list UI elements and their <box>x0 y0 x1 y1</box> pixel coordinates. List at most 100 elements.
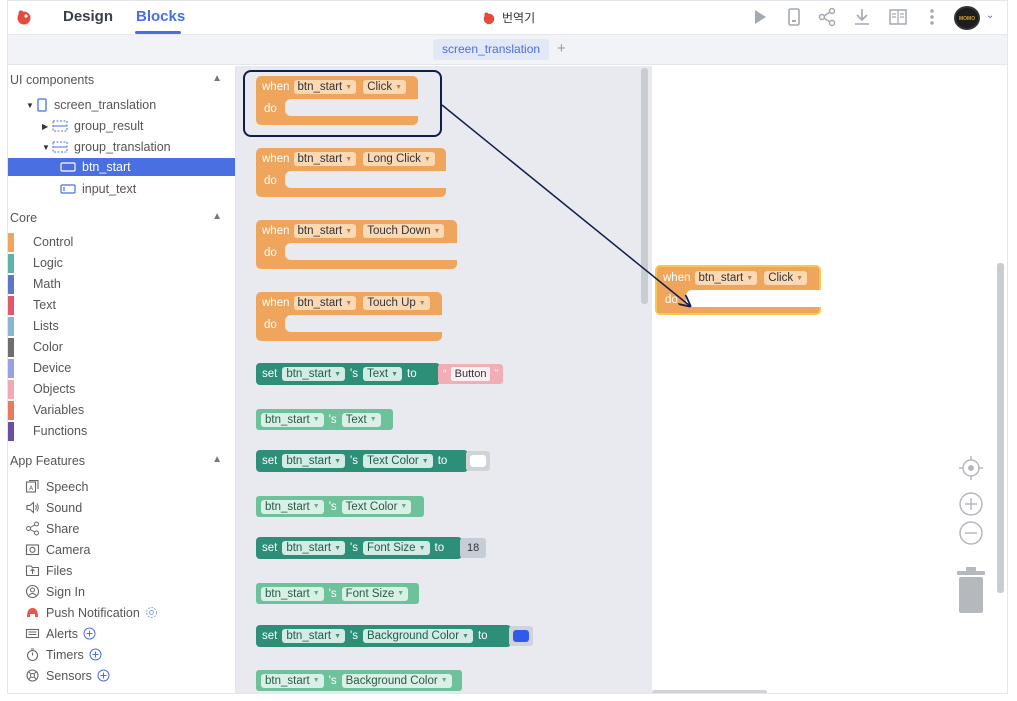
tab-screen-translation[interactable]: screen_translation <box>433 39 550 60</box>
trash-icon[interactable] <box>957 567 985 613</box>
property-dropdown[interactable]: Font Size ▼ <box>362 541 430 555</box>
feature-speech[interactable]: A Speech <box>25 477 88 496</box>
workspace-event-block-click[interactable]: when btn_start ▼ Click ▼ do <box>655 265 821 315</box>
set-font-size-block[interactable]: set btn_start ▼ 's Font Size ▼ to 18 <box>256 537 487 559</box>
property-dropdown[interactable]: Background Color ▼ <box>362 629 473 643</box>
event-dropdown[interactable]: Touch Up ▼ <box>363 296 430 310</box>
app-logo-icon[interactable] <box>16 9 32 25</box>
get-text-color-block[interactable]: btn_start ▼ 's Text Color ▼ <box>256 496 424 517</box>
tab-design[interactable]: Design <box>63 8 113 25</box>
get-background-color-block[interactable]: btn_start ▼ 's Background Color ▼ <box>256 670 462 691</box>
tree-item-screen[interactable]: ▼ screen_translation <box>26 95 156 115</box>
feature-alerts[interactable]: Alerts <box>25 624 96 643</box>
core-category-color[interactable]: Color <box>8 338 228 357</box>
more-icon[interactable] <box>922 7 942 27</box>
core-category-text[interactable]: Text <box>8 296 228 315</box>
download-icon[interactable] <box>852 7 872 27</box>
core-category-control[interactable]: Control <box>8 233 228 252</box>
zoom-in-icon[interactable] <box>959 492 983 516</box>
component-dropdown[interactable]: btn_start ▼ <box>293 224 357 238</box>
play-icon[interactable] <box>750 7 770 27</box>
event-block-touch-up[interactable]: when btn_start ▼ Touch Up ▼ do <box>256 292 442 341</box>
tree-item-group-translation[interactable]: ▼ group_translation <box>42 137 171 157</box>
property-dropdown[interactable]: Text Color ▼ <box>362 454 433 468</box>
color-block[interactable] <box>509 626 533 646</box>
tree-item-input-text[interactable]: input_text <box>60 179 136 199</box>
text-string-block[interactable]: “ Button ” <box>438 364 504 384</box>
property-dropdown[interactable]: Text ▼ <box>341 412 381 427</box>
phone-preview-icon[interactable] <box>784 7 804 27</box>
section-app-features[interactable]: App Features ▲ <box>10 454 230 468</box>
feature-sound[interactable]: Sound <box>25 498 82 517</box>
component-dropdown[interactable]: btn_start ▼ <box>282 454 346 468</box>
workspace-vertical-scrollbar[interactable] <box>997 263 1004 593</box>
book-icon[interactable] <box>888 7 908 27</box>
text-value[interactable]: Button <box>450 367 491 381</box>
event-dropdown[interactable]: Long Click ▼ <box>363 152 435 166</box>
section-ui-components[interactable]: UI components ▲ <box>10 73 230 87</box>
core-category-device[interactable]: Device <box>8 359 228 378</box>
feature-timers[interactable]: Timers <box>25 645 102 664</box>
avatar[interactable]: MOMO <box>954 6 980 30</box>
expanded-caret-icon[interactable]: ▼ <box>42 143 52 152</box>
event-dropdown[interactable]: Click ▼ <box>764 271 808 285</box>
feature-files[interactable]: Files <box>25 561 72 580</box>
color-swatch-blue[interactable] <box>513 630 529 642</box>
recenter-icon[interactable] <box>959 456 983 480</box>
chevron-down-icon[interactable]: ⌄ <box>986 10 994 21</box>
event-block-touch-down[interactable]: when btn_start ▼ Touch Down ▼ do <box>256 220 457 269</box>
core-category-variables[interactable]: Variables <box>8 401 228 420</box>
number-block[interactable]: 18 <box>460 538 487 558</box>
component-dropdown[interactable]: btn_start ▼ <box>282 629 346 643</box>
collapsed-caret-icon[interactable]: ▶ <box>42 122 52 131</box>
workspace-horizontal-scrollbar[interactable] <box>652 690 767 693</box>
component-dropdown[interactable]: btn_start ▼ <box>293 296 357 310</box>
tree-item-group-result[interactable]: ▶ group_result <box>42 116 144 136</box>
chevron-up-icon[interactable]: ▲ <box>212 454 222 465</box>
event-block-long-click[interactable]: when btn_start ▼ Long Click ▼ do <box>256 148 446 197</box>
share-icon[interactable] <box>817 7 837 27</box>
core-category-math[interactable]: Math <box>8 275 228 294</box>
set-text-block[interactable]: set btn_start ▼ 's Text ▼ to “ Button ” <box>256 363 504 385</box>
expanded-caret-icon[interactable]: ▼ <box>26 101 36 110</box>
component-dropdown[interactable]: btn_start ▼ <box>261 673 324 688</box>
property-dropdown[interactable]: Text Color ▼ <box>341 499 412 514</box>
feature-camera[interactable]: Camera <box>25 540 90 559</box>
chevron-up-icon[interactable]: ▲ <box>212 73 222 84</box>
feature-push-notification[interactable]: Push Notification <box>25 603 158 622</box>
set-text-color-block[interactable]: set btn_start ▼ 's Text Color ▼ to <box>256 450 490 472</box>
component-dropdown[interactable]: btn_start ▼ <box>282 367 346 381</box>
feature-share[interactable]: Share <box>25 519 79 538</box>
property-dropdown[interactable]: Background Color ▼ <box>341 673 452 688</box>
tree-item-btn-start[interactable]: btn_start <box>60 157 131 177</box>
get-text-block[interactable]: btn_start ▼ 's Text ▼ <box>256 409 393 430</box>
color-swatch-white[interactable] <box>470 455 486 467</box>
core-category-objects[interactable]: Objects <box>8 380 228 399</box>
component-dropdown[interactable]: btn_start ▼ <box>261 499 324 514</box>
zoom-out-icon[interactable] <box>959 521 983 545</box>
core-category-logic[interactable]: Logic <box>8 254 228 273</box>
component-dropdown[interactable]: btn_start ▼ <box>694 271 758 285</box>
property-dropdown[interactable]: Text ▼ <box>362 367 403 381</box>
component-dropdown[interactable]: btn_start ▼ <box>261 586 324 601</box>
tab-blocks[interactable]: Blocks <box>136 8 185 25</box>
get-font-size-block[interactable]: btn_start ▼ 's Font Size ▼ <box>256 583 419 604</box>
number-value[interactable]: 18 <box>467 542 479 554</box>
core-category-lists[interactable]: Lists <box>8 317 228 336</box>
set-background-color-block[interactable]: set btn_start ▼ 's Background Color ▼ to <box>256 625 533 647</box>
component-dropdown[interactable]: btn_start ▼ <box>282 541 346 555</box>
settings-icon[interactable] <box>145 606 158 619</box>
feature-sensors[interactable]: Sensors <box>25 666 110 685</box>
flyout-scrollbar[interactable] <box>641 68 648 304</box>
add-circle-icon[interactable] <box>83 627 96 640</box>
component-dropdown[interactable]: btn_start ▼ <box>293 152 357 166</box>
color-block[interactable] <box>466 451 490 471</box>
section-core[interactable]: Core ▲ <box>10 211 230 225</box>
component-dropdown[interactable]: btn_start ▼ <box>261 412 324 427</box>
chevron-up-icon[interactable]: ▲ <box>212 211 222 222</box>
add-screen-button[interactable]: + <box>557 40 566 57</box>
core-category-functions[interactable]: Functions <box>8 422 228 441</box>
add-circle-icon[interactable] <box>89 648 102 661</box>
event-dropdown[interactable]: Touch Down ▼ <box>363 224 445 238</box>
add-circle-icon[interactable] <box>97 669 110 682</box>
